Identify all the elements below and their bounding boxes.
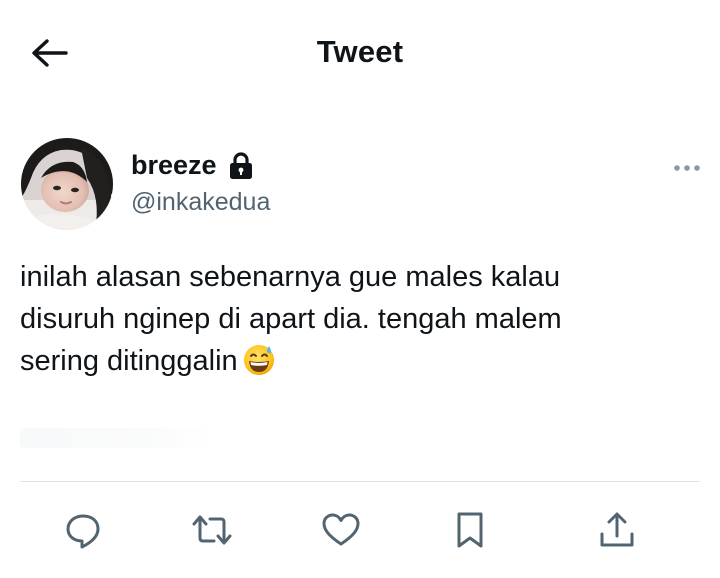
tweet-text-line: sering ditinggalin: [20, 345, 238, 377]
bookmark-button[interactable]: [448, 508, 492, 552]
reply-button[interactable]: [61, 508, 105, 552]
tweet-text-line-last: sering ditinggalin: [20, 340, 700, 382]
reply-icon: [66, 514, 100, 549]
more-horizontal-icon: [674, 165, 700, 171]
page-title: Tweet: [316, 34, 404, 69]
user-handle[interactable]: @inkakedua: [131, 188, 270, 217]
grinning-face-with-sweat-emoji: [243, 345, 274, 375]
avatar[interactable]: [21, 138, 113, 230]
like-button[interactable]: [319, 508, 363, 552]
retweet-button[interactable]: [190, 508, 234, 552]
divider: [20, 481, 700, 482]
retweet-icon: [192, 515, 232, 545]
lock-icon: [229, 151, 252, 179]
tweet-actions: [0, 500, 720, 560]
share-icon: [600, 512, 634, 547]
bookmark-icon: [457, 512, 483, 548]
tweet-text-line: inilah alasan sebenarnya gue males kalau: [20, 261, 561, 293]
profile-photo: [21, 138, 113, 230]
heart-icon: [322, 513, 360, 546]
faded-timestamp: [20, 428, 210, 448]
tweet-text-line: disuruh nginep di apart dia. tengah male…: [20, 303, 562, 335]
top-bar: Tweet: [0, 0, 720, 105]
more-options-button[interactable]: [670, 160, 704, 176]
share-button[interactable]: [595, 508, 639, 552]
author-name-row[interactable]: breeze: [131, 150, 254, 181]
display-name: breeze: [131, 150, 217, 180]
tweet-text: inilah alasan sebenarnya gue males kalau…: [20, 256, 700, 382]
